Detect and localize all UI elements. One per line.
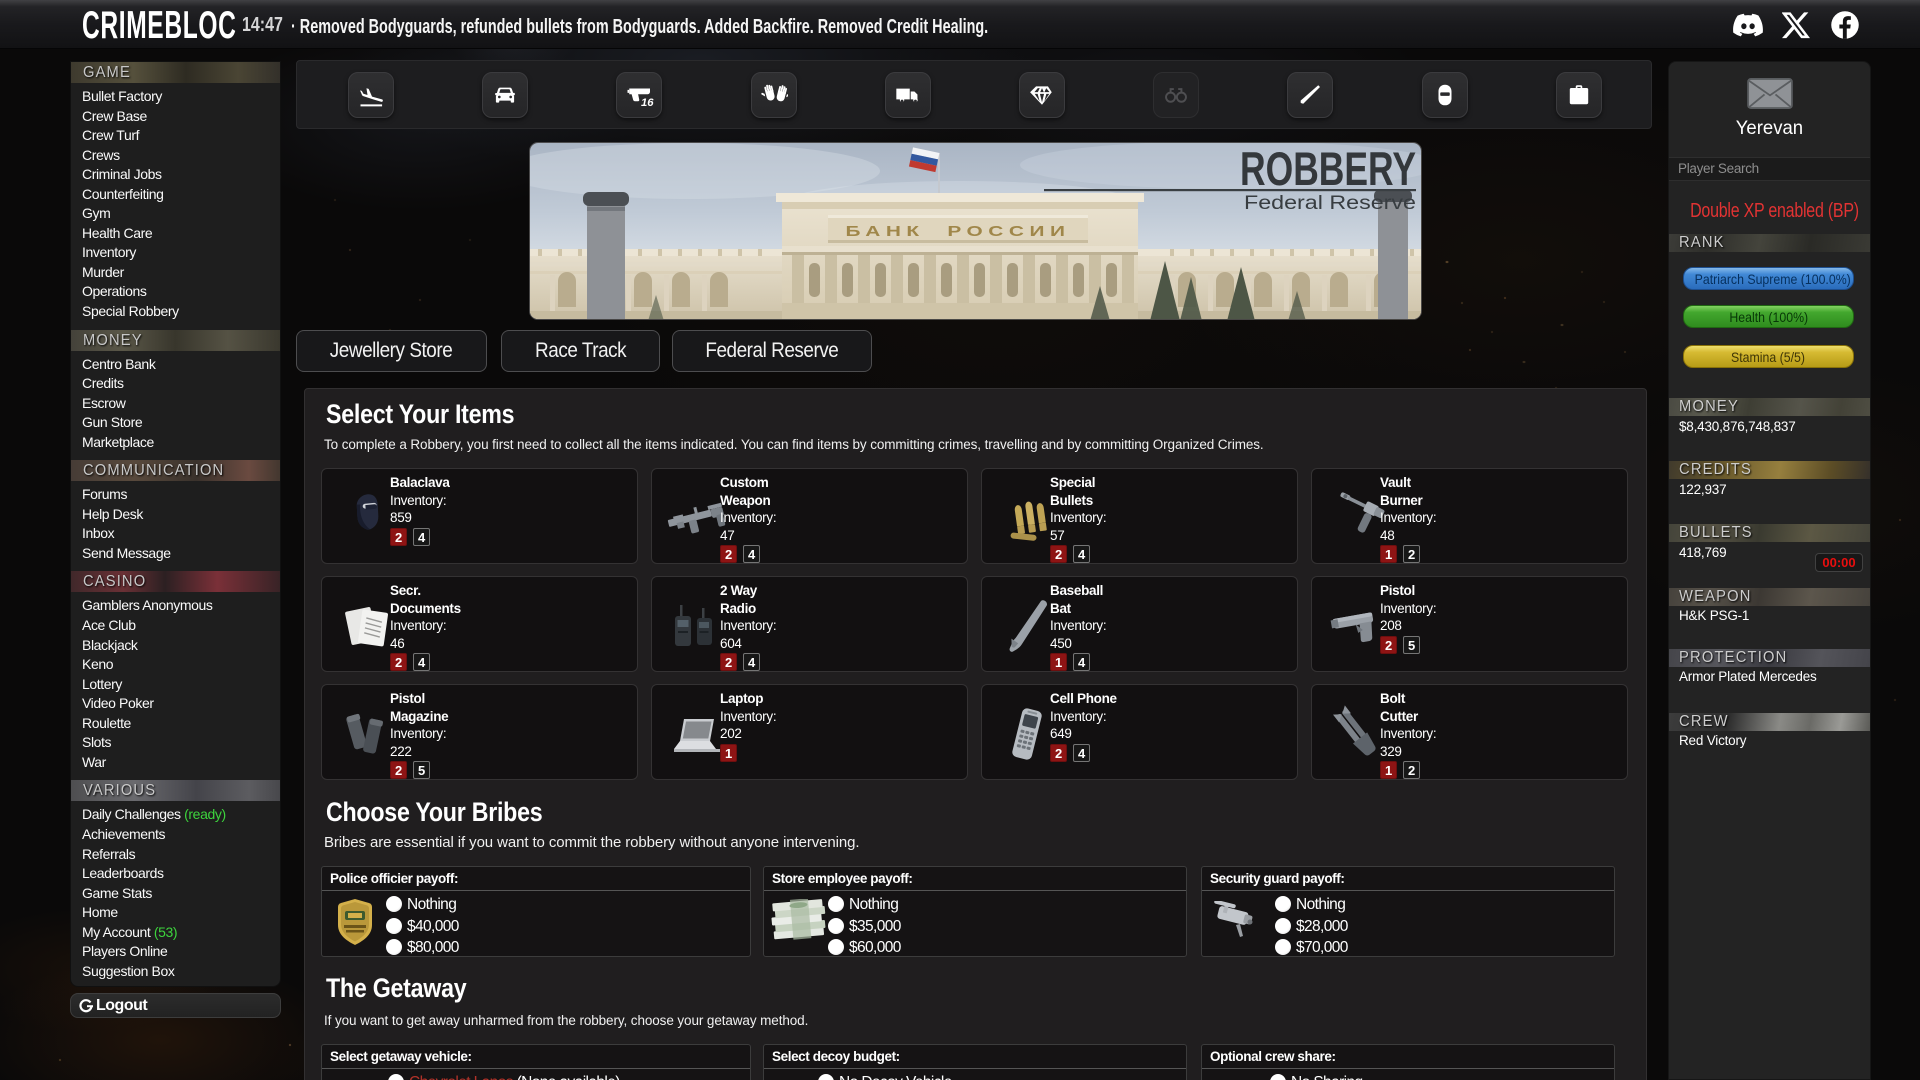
svg-text:16: 16: [641, 97, 654, 109]
svg-text:Federal Reserve: Federal Reserve: [1244, 193, 1416, 214]
svg-text:БАНК РОССИИ: БАНК РОССИИ: [846, 223, 1071, 240]
svg-text:ROBBERY: ROBBERY: [1240, 143, 1416, 195]
